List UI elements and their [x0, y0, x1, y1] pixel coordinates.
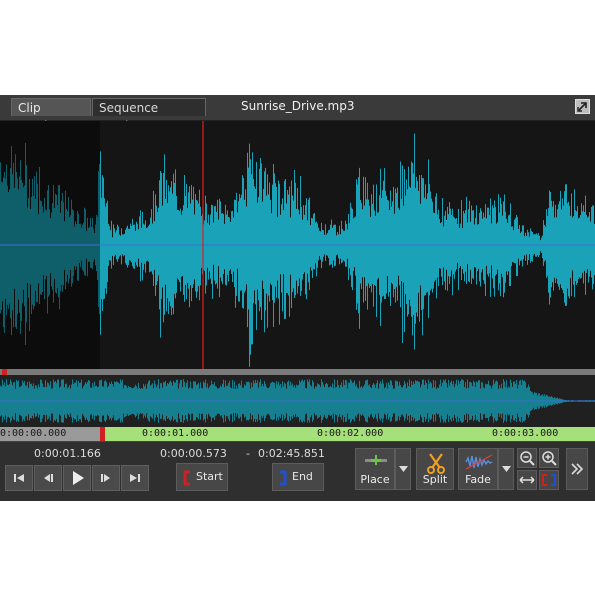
zoom-out-icon — [520, 451, 535, 466]
time-separator: - — [246, 447, 250, 460]
ruler-label: 0:00:00.000 — [0, 428, 67, 439]
zoom-in-icon — [542, 451, 557, 466]
chevron-down-icon — [399, 466, 408, 472]
set-end-button[interactable]: End — [272, 463, 324, 491]
step-back-icon — [44, 474, 53, 482]
split-button[interactable]: Split — [416, 448, 454, 490]
fade-button[interactable]: Fade — [458, 448, 498, 490]
file-name: Sunrise_Drive.mp3 — [241, 99, 355, 113]
step-back-button[interactable] — [34, 465, 62, 491]
waveform-view[interactable] — [0, 121, 595, 369]
audio-editor-window: Clip Preview Sequence Preview Sunrise_Dr… — [0, 95, 595, 501]
play-button[interactable] — [63, 465, 91, 491]
waveform-canvas — [0, 121, 595, 369]
fade-label: Fade — [465, 473, 491, 486]
selection-bracket-icon — [542, 474, 556, 486]
step-forward-icon — [101, 474, 110, 482]
zoom-out-button[interactable] — [517, 448, 537, 468]
fit-width-icon — [519, 476, 535, 484]
set-start-label: Start — [196, 470, 223, 483]
ruler-label: 0:00:03.000 — [492, 428, 559, 439]
zoom-selection-button[interactable] — [539, 470, 559, 490]
fade-dropdown[interactable] — [498, 448, 514, 490]
skip-to-start-icon — [14, 474, 24, 482]
ruler-label: 0:00:02.000 — [317, 428, 384, 439]
tab-sequence-preview[interactable]: Sequence Preview — [92, 98, 206, 133]
chevron-down-icon — [502, 466, 511, 472]
place-button[interactable]: Place — [355, 448, 395, 490]
fit-width-button[interactable] — [517, 470, 537, 490]
tab-clip-preview[interactable]: Clip Preview — [11, 98, 91, 133]
overview-waveform[interactable] — [0, 375, 595, 427]
selection-end-time: 0:02:45.851 — [258, 447, 325, 460]
place-icon — [365, 455, 387, 465]
skip-to-end-button[interactable] — [121, 465, 149, 491]
end-bracket-icon — [280, 470, 287, 486]
start-bracket-icon — [183, 470, 190, 486]
set-end-label: End — [292, 470, 313, 483]
ruler-label: 0:00:01.000 — [142, 428, 209, 439]
current-position-time: 0:00:01.166 — [34, 447, 101, 460]
split-label: Split — [422, 473, 448, 486]
place-label: Place — [360, 473, 390, 486]
transport-controls: 0:00:01.166 0:00:00.573 - 0:02:45.851 St… — [0, 441, 595, 501]
more-tools-button[interactable] — [566, 448, 588, 490]
set-start-button[interactable]: Start — [176, 463, 228, 491]
selection-start-time: 0:00:00.573 — [160, 447, 227, 460]
scissors-icon — [427, 453, 445, 474]
fade-icon — [465, 454, 493, 470]
preview-toolbar: Clip Preview Sequence Preview Sunrise_Dr… — [0, 95, 595, 133]
skip-to-end-icon — [130, 474, 140, 482]
step-forward-button[interactable] — [92, 465, 120, 491]
restore-window-icon[interactable] — [575, 99, 590, 114]
double-chevron-right-icon — [571, 463, 584, 475]
play-icon — [73, 471, 84, 485]
place-dropdown[interactable] — [395, 448, 411, 490]
skip-to-start-button[interactable] — [5, 465, 33, 491]
time-ruler[interactable]: 0:00:00.000 0:00:01.000 0:00:02.000 0:00… — [0, 427, 595, 441]
zoom-in-button[interactable] — [539, 448, 559, 468]
selection-start-handle[interactable] — [100, 427, 105, 441]
